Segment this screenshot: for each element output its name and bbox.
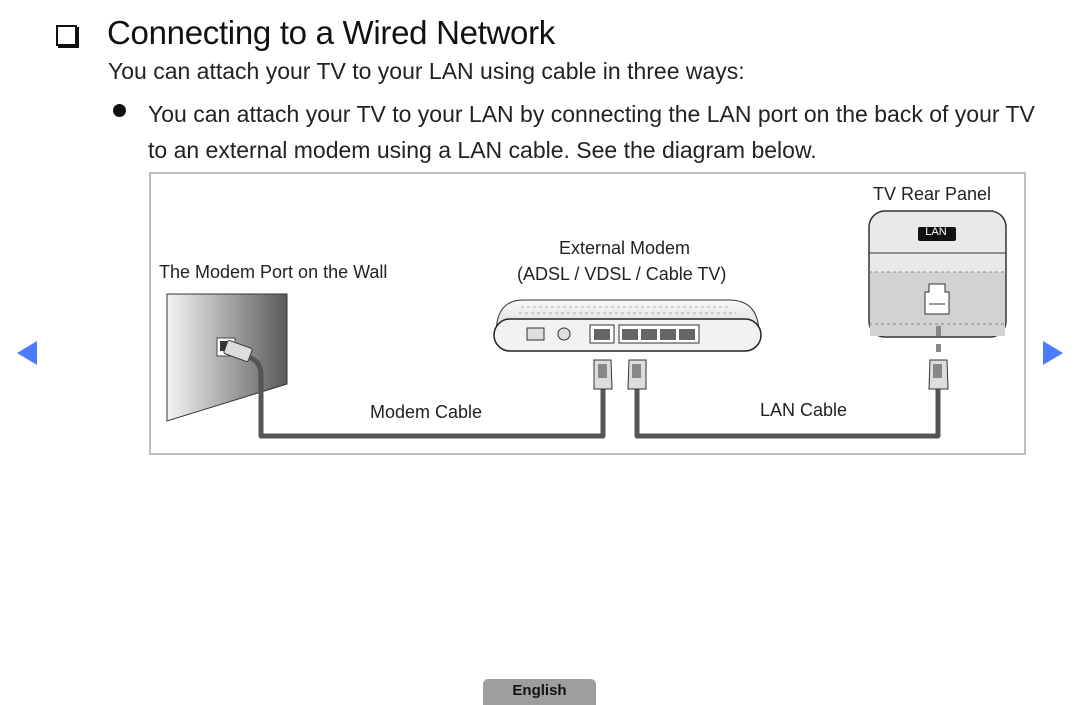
lan-port-icon (924, 283, 950, 315)
wall-illustration (166, 293, 288, 422)
wall-port-label: The Modem Port on the Wall (159, 262, 388, 282)
lan-cable-label: LAN Cable (760, 400, 848, 420)
language-button[interactable]: English (483, 679, 596, 705)
page-title: Connecting to a Wired Network (107, 14, 555, 51)
modem-label: External Modem (559, 238, 691, 258)
intro-text: You can attach your TV to your LAN using… (108, 58, 745, 84)
page-header: Connecting to a Wired Network (56, 14, 555, 52)
tv-rear-panel-label: TV Rear Panel (873, 184, 992, 204)
modem-cable (247, 354, 606, 439)
bullet-text: You can attach your TV to your LAN by co… (148, 101, 1035, 163)
diagram-art (166, 210, 1007, 439)
connection-diagram: TV Rear Panel LAN External Modem (ADSL /… (149, 172, 1026, 455)
triangle-right-icon[interactable] (1043, 341, 1063, 365)
bullet-icon (113, 104, 126, 117)
modem-type-label: (ADSL / VDSL / Cable TV) (517, 264, 727, 284)
modem-illustration (493, 299, 762, 352)
checkbox-icon (56, 24, 77, 46)
lan-cable-plug-modem-icon (627, 359, 647, 390)
lan-badge: LAN (925, 226, 947, 238)
modem-cable-label: Modem Cable (370, 402, 483, 422)
lan-cable-plug-tv-icon (928, 359, 949, 390)
triangle-left-icon[interactable] (17, 341, 37, 365)
modem-cable-plug-icon (593, 359, 613, 390)
